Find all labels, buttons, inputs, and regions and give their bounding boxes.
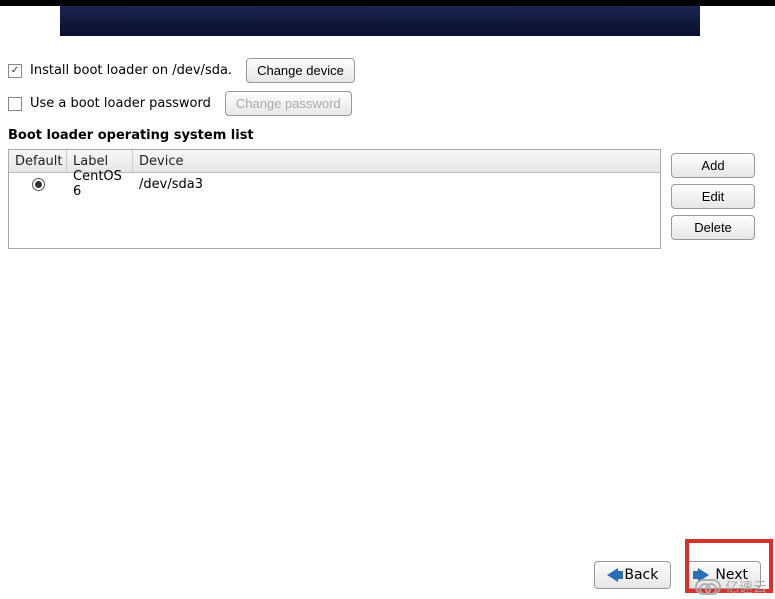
bootloader-password-checkbox[interactable] <box>8 97 22 111</box>
next-button-label: Next <box>715 567 748 583</box>
default-radio[interactable] <box>32 178 45 191</box>
footer-nav: Back Next <box>0 561 775 589</box>
arrow-right-icon <box>698 568 709 582</box>
row-default-cell[interactable] <box>9 176 67 193</box>
change-device-button[interactable]: Change device <box>246 58 355 83</box>
th-default[interactable]: Default <box>9 150 67 172</box>
back-button-label: Back <box>624 567 658 583</box>
arrow-left-icon <box>607 568 618 582</box>
back-button[interactable]: Back <box>594 561 671 589</box>
change-password-button: Change password <box>225 91 352 116</box>
install-bootloader-label: Install boot loader on /dev/sda. <box>30 63 232 78</box>
os-list-title: Boot loader operating system list <box>8 128 767 143</box>
add-button[interactable]: Add <box>671 153 755 178</box>
next-button[interactable]: Next <box>685 561 761 589</box>
install-bootloader-checkbox[interactable] <box>8 64 22 78</box>
edit-button[interactable]: Edit <box>671 184 755 209</box>
bootloader-password-row: Use a boot loader password Change passwo… <box>8 91 767 116</box>
row-device-cell: /dev/sda3 <box>133 175 660 194</box>
bootloader-password-label: Use a boot loader password <box>30 96 211 111</box>
main-content: Install boot loader on /dev/sda. Change … <box>0 36 775 249</box>
os-list-area: Default Label Device CentOS 6 /dev/sda3 … <box>8 149 767 249</box>
table-row[interactable]: CentOS 6 /dev/sda3 <box>9 173 660 195</box>
th-device[interactable]: Device <box>133 150 660 172</box>
install-bootloader-row: Install boot loader on /dev/sda. Change … <box>8 58 767 83</box>
side-buttons: Add Edit Delete <box>671 153 755 240</box>
header-banner <box>60 6 700 36</box>
row-label-cell: CentOS 6 <box>67 167 133 201</box>
os-table: Default Label Device CentOS 6 /dev/sda3 <box>8 149 661 249</box>
delete-button[interactable]: Delete <box>671 215 755 240</box>
